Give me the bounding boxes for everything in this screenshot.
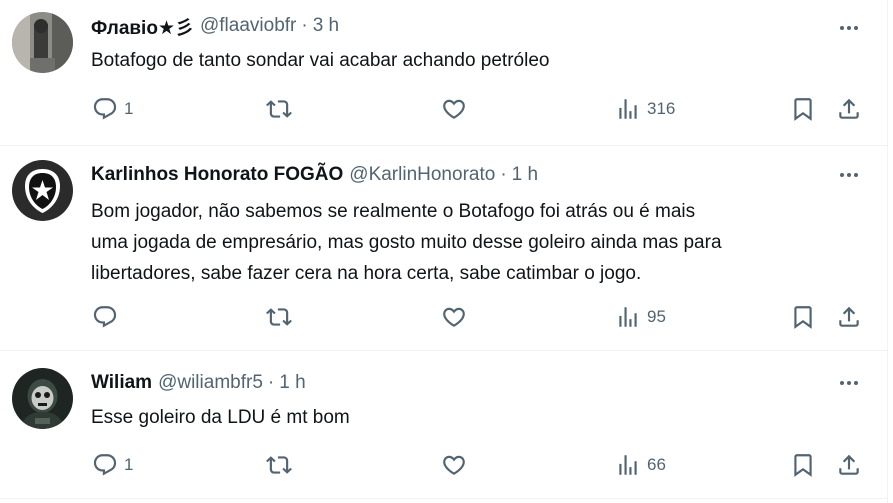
display-name[interactable]: Karlinhos Honorato FOGÃO [91,164,343,186]
like-icon [443,307,465,327]
user-handle[interactable]: @KarlinHonorato [349,164,495,186]
bookmark-icon [794,454,812,477]
views-icon [619,99,637,119]
timestamp[interactable]: 1 h [512,164,538,186]
tweet-text: Botafogo de tanto sondar vai acabar acha… [91,45,549,76]
share-button[interactable] [836,95,862,123]
more-dots-icon[interactable] [836,162,862,188]
tweet-text: Esse goleiro da LDU é mt bom [91,402,350,433]
reply-button[interactable]: 1 [92,95,133,123]
views-icon [619,307,637,327]
timestamp[interactable]: 1 h [279,372,305,394]
reply-icon [93,98,117,120]
repost-button[interactable] [266,451,298,479]
views-count: 316 [647,99,676,118]
bookmark-button[interactable] [790,303,816,331]
views-count: 95 [647,307,666,326]
share-icon [839,306,859,327]
bookmark-button[interactable] [790,451,816,479]
separator-dot: · [267,372,275,393]
reply-icon [93,454,117,476]
like-icon [443,455,465,475]
tweet-text-line: Botafogo de tanto sondar vai acabar acha… [91,50,550,71]
like-button[interactable] [441,451,473,479]
tweet-text: Bom jogador, não sabemos se realmente o … [91,196,722,289]
share-button[interactable] [836,451,862,479]
tweet-text-line: uma jogada de empresário, mas gosto muit… [91,232,722,253]
like-button[interactable] [441,303,473,331]
display-name[interactable]: Флавіо★彡 [91,13,194,40]
avatar[interactable] [12,12,73,73]
tweet[interactable]: Флавіо★彡 @flaaviobfr · 3 h Botafogo de t… [0,0,888,146]
repost-icon [266,100,292,118]
separator-dot: · [500,164,507,185]
reply-button[interactable] [92,303,124,331]
tweet-header: Karlinhos Honorato FOGÃO @KarlinHonorato… [91,163,538,187]
reply-button[interactable]: 1 [92,451,133,479]
reply-count: 1 [124,99,134,118]
bookmark-icon [794,306,812,329]
like-button[interactable] [441,95,473,123]
like-icon [443,99,465,119]
share-button[interactable] [836,303,862,331]
views-button[interactable]: 95 [615,303,666,331]
tweet-text-line: Bom jogador, não sabemos se realmente o … [91,201,696,222]
share-icon [839,454,859,475]
display-name[interactable]: Wiliam [91,372,152,394]
views-icon [619,455,637,475]
repost-icon [266,308,292,326]
user-handle[interactable]: @flaaviobfr [200,15,296,37]
avatar[interactable] [12,160,73,221]
more-dots-icon[interactable] [836,15,862,41]
tweet-divider [0,498,888,499]
views-button[interactable]: 316 [615,95,675,123]
repost-icon [266,456,292,474]
tweet-header: Wiliam @wiliambfr5 · 1 h [91,371,306,395]
avatar[interactable] [12,368,73,429]
separator-dot: · [301,15,308,36]
reply-icon [93,306,117,328]
tweet-header: Флавіо★彡 @flaaviobfr · 3 h [91,13,339,40]
repost-button[interactable] [266,95,298,123]
reply-count: 1 [124,455,134,474]
bookmark-button[interactable] [790,95,816,123]
tweet[interactable]: Wiliam @wiliambfr5 · 1 h Esse goleiro da… [0,351,888,503]
tweet-text-line: Esse goleiro da LDU é mt bom [91,407,350,428]
more-dots-icon[interactable] [836,370,862,396]
bookmark-icon [794,98,812,121]
views-count: 66 [647,455,666,474]
user-handle[interactable]: @wiliambfr5 [158,372,263,394]
share-icon [839,98,859,119]
timestamp[interactable]: 3 h [313,15,339,37]
repost-button[interactable] [266,303,298,331]
views-button[interactable]: 66 [615,451,666,479]
tweet-text-line: libertadores, sabe fazer cera na hora ce… [91,263,642,284]
tweet[interactable]: Karlinhos Honorato FOGÃO @KarlinHonorato… [0,146,888,351]
